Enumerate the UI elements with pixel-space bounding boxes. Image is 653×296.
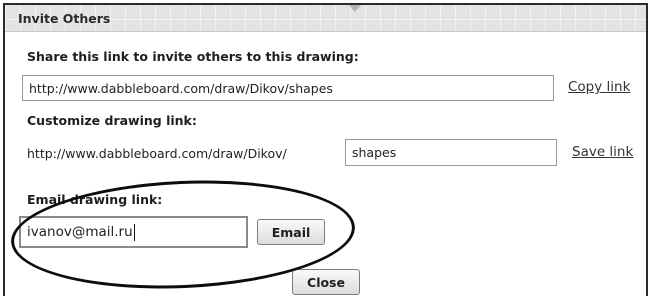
text-cursor <box>133 223 135 241</box>
email-link-label: Email drawing link: <box>27 192 163 207</box>
dialog-titlebar[interactable]: Invite Others <box>5 5 646 32</box>
share-link-label: Share this link to invite others to this… <box>27 49 359 64</box>
copy-link[interactable]: Copy link <box>568 79 630 95</box>
email-button[interactable]: Email <box>257 219 325 245</box>
invite-dialog: Invite Others Share this link to invite … <box>3 3 648 296</box>
drawing-name-field[interactable]: shapes <box>345 139 557 166</box>
share-link-field[interactable]: http://www.dabbleboard.com/draw/Dikov/sh… <box>22 75 554 101</box>
dialog-title: Invite Others <box>18 11 111 26</box>
close-button[interactable]: Close <box>292 269 360 295</box>
email-field[interactable]: ivanov@mail.ru <box>19 216 248 248</box>
share-link-value: http://www.dabbleboard.com/draw/Dikov/sh… <box>29 80 333 96</box>
drawing-name-value: shapes <box>352 145 397 160</box>
customize-link-label: Customize drawing link: <box>27 113 197 128</box>
save-link[interactable]: Save link <box>572 144 633 160</box>
link-prefix: http://www.dabbleboard.com/draw/Dikov/ <box>27 146 287 161</box>
notch-marker <box>349 5 361 12</box>
email-value: ivanov@mail.ru <box>27 224 133 240</box>
